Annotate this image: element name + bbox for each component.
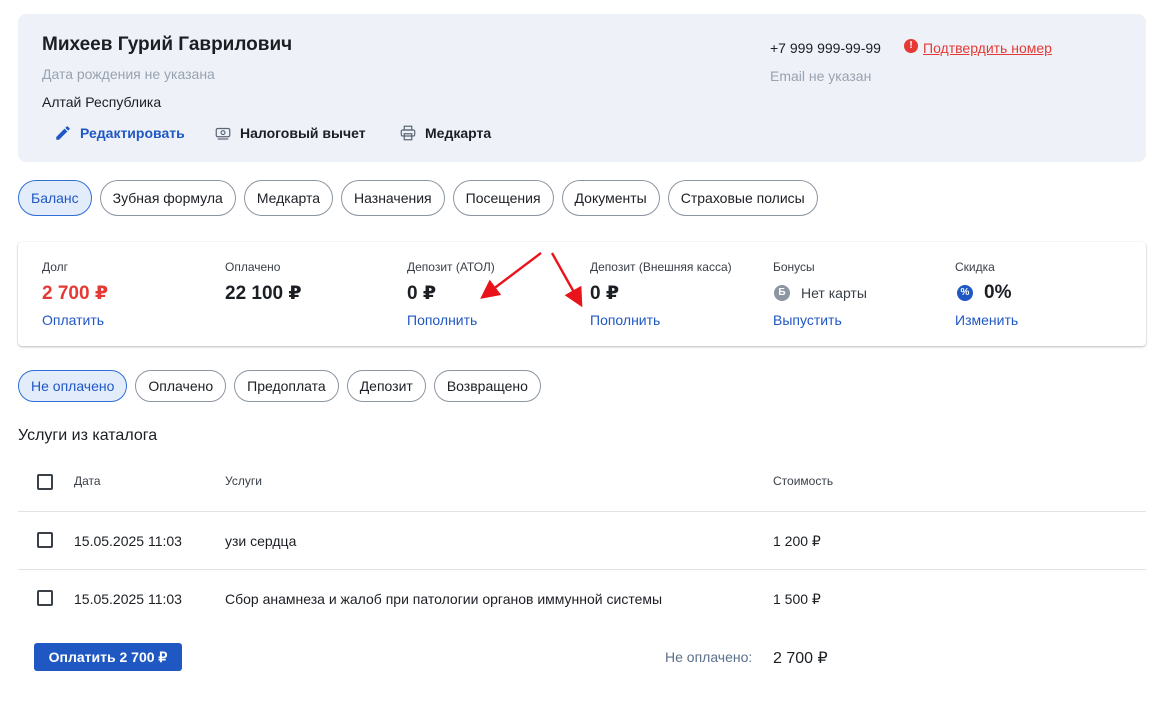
patient-email: Email не указан — [770, 68, 872, 84]
deposit-ext-label: Депозит (Внешняя касса) — [590, 260, 732, 274]
pay-button[interactable]: Оплатить 2 700 ₽ — [34, 643, 182, 671]
pay-debt-link[interactable]: Оплатить — [42, 312, 104, 328]
medcard-print-button[interactable]: Медкарта — [399, 122, 491, 144]
paid-label: Оплачено — [225, 260, 281, 274]
column-header-cost: Стоимость — [773, 474, 834, 488]
money-icon — [215, 127, 231, 140]
tax-deduction-label: Налоговый вычет — [240, 125, 366, 141]
debt-label: Долг — [42, 260, 69, 274]
deposit-ext-topup-link[interactable]: Пополнить — [590, 312, 660, 328]
filter-deposit[interactable]: Депозит — [346, 370, 426, 402]
pencil-icon — [56, 126, 70, 140]
deposit-atol-label: Депозит (АТОЛ) — [407, 260, 495, 274]
percent-icon: % — [957, 285, 973, 301]
section-title: Услуги из каталога — [18, 427, 158, 444]
bonuses-value: Нет карты — [801, 285, 867, 301]
deposit-atol-value: 0 ₽ — [407, 283, 437, 304]
paid-value: 22 100 ₽ — [225, 283, 302, 304]
filter-returned[interactable]: Возвращено — [433, 370, 541, 402]
column-header-service: Услуги — [225, 474, 262, 488]
edit-label: Редактировать — [80, 125, 185, 141]
birth-date: Дата рождения не указана — [42, 66, 215, 82]
tab-prescriptions[interactable]: Назначения — [341, 180, 445, 216]
discount-label: Скидка — [955, 260, 995, 274]
select-all-checkbox[interactable] — [37, 474, 53, 490]
patient-card: Михеев Гурий Гаврилович Дата рождения не… — [18, 14, 1146, 162]
edit-button[interactable]: Редактировать — [54, 122, 185, 144]
patient-region: Алтай Республика — [42, 94, 162, 110]
row-cost: 1 200 ₽ — [773, 533, 821, 549]
tab-dental-formula[interactable]: Зубная формула — [99, 180, 236, 216]
bonus-icon: Б — [774, 285, 790, 301]
payment-filter-bar: Не оплачено Оплачено Предоплата Депозит … — [18, 370, 541, 402]
row-date: 15.05.2025 11:03 — [74, 591, 182, 607]
confirm-phone-link[interactable]: Подтвердить номер — [923, 40, 1052, 56]
change-discount-link[interactable]: Изменить — [955, 312, 1018, 328]
divider — [18, 511, 1146, 512]
tab-documents[interactable]: Документы — [561, 180, 660, 216]
row-checkbox[interactable] — [37, 590, 53, 606]
patient-name: Михеев Гурий Гаврилович — [42, 34, 293, 55]
tax-deduction-button[interactable]: Налоговый вычет — [214, 122, 366, 144]
deposit-atol-topup-link[interactable]: Пополнить — [407, 312, 477, 328]
deposit-ext-value: 0 ₽ — [590, 283, 620, 304]
row-cost: 1 500 ₽ — [773, 591, 821, 607]
tab-medcard[interactable]: Медкарта — [243, 180, 334, 216]
patient-phone: +7 999 999-99-99 — [770, 40, 881, 56]
discount-value: 0% — [984, 282, 1012, 303]
tab-insurance[interactable]: Страховые полисы — [667, 180, 818, 216]
row-service: Сбор анамнеза и жалоб при патологии орга… — [225, 591, 663, 607]
medcard-label: Медкарта — [425, 125, 492, 141]
balance-panel: Долг 2 700 ₽ Оплатить Оплачено 22 100 ₽ … — [18, 242, 1146, 346]
row-service: узи сердца — [225, 533, 297, 549]
alert-icon: ! — [904, 39, 918, 53]
unpaid-total-label: Не оплачено: — [665, 649, 753, 665]
tab-balance[interactable]: Баланс — [18, 180, 92, 216]
column-header-date: Дата — [74, 474, 101, 488]
printer-icon — [400, 125, 416, 141]
filter-paid[interactable]: Оплачено — [135, 370, 227, 402]
issue-card-link[interactable]: Выпустить — [773, 312, 842, 328]
filter-prepaid[interactable]: Предоплата — [234, 370, 339, 402]
debt-value: 2 700 ₽ — [42, 283, 109, 304]
bonuses-label: Бонусы — [773, 260, 815, 274]
filter-unpaid[interactable]: Не оплачено — [18, 370, 128, 402]
divider — [18, 569, 1146, 570]
tab-bar: Баланс Зубная формула Медкарта Назначени… — [18, 180, 818, 216]
row-checkbox[interactable] — [37, 532, 53, 548]
tab-visits[interactable]: Посещения — [452, 180, 554, 216]
row-date: 15.05.2025 11:03 — [74, 533, 182, 549]
unpaid-total-value: 2 700 ₽ — [773, 650, 828, 667]
